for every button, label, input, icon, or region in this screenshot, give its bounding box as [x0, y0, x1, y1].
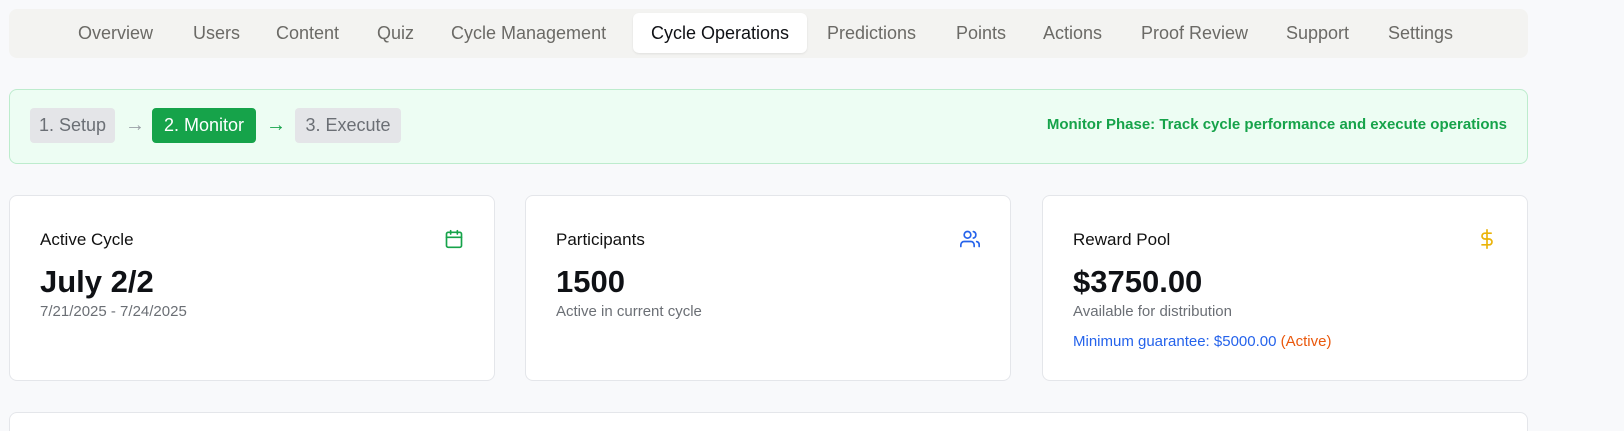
participants-card: Participants 1500 Active in current cycl…	[525, 195, 1011, 381]
tab-cycle-management[interactable]: Cycle Management	[451, 13, 606, 53]
step-arrow: →	[125, 114, 145, 136]
tab-content[interactable]: Content	[276, 13, 339, 53]
card-subtitle: Available for distribution	[1073, 303, 1232, 320]
step-arrow: →	[266, 114, 286, 136]
card-title: Active Cycle	[40, 230, 134, 249]
tab-predictions[interactable]: Predictions	[827, 13, 916, 53]
minimum-guarantee-text: Minimum guarantee: $5000.00	[1073, 333, 1277, 350]
tab-overview[interactable]: Overview	[78, 13, 153, 53]
minimum-guarantee-note: Minimum guarantee: $5000.00 (Active)	[1073, 333, 1331, 350]
active-cycle-card: Active Cycle July 2/2 7/21/2025 - 7/24/2…	[9, 195, 495, 381]
phase-banner: 1. Setup → 2. Monitor → 3. Execute Monit…	[9, 89, 1528, 164]
dollar-icon	[1481, 229, 1493, 249]
card-subtitle: 7/21/2025 - 7/24/2025	[40, 303, 187, 320]
tab-cycle-operations[interactable]: Cycle Operations	[633, 13, 807, 53]
phase-description: Monitor Phase: Track cycle performance a…	[1046, 116, 1507, 133]
step-execute[interactable]: 3. Execute	[295, 108, 401, 143]
next-section-card	[9, 412, 1528, 431]
guarantee-status: (Active)	[1280, 333, 1332, 350]
step-setup[interactable]: 1. Setup	[30, 108, 115, 143]
reward-pool-card: Reward Pool $3750.00 Available for distr…	[1042, 195, 1528, 381]
tab-actions[interactable]: Actions	[1043, 13, 1102, 53]
tab-settings[interactable]: Settings	[1388, 13, 1453, 53]
calendar-icon	[445, 229, 463, 249]
tab-proof-review[interactable]: Proof Review	[1141, 13, 1248, 53]
tab-quiz[interactable]: Quiz	[377, 13, 414, 53]
step-monitor[interactable]: 2. Monitor	[152, 108, 256, 143]
users-icon	[960, 230, 980, 248]
nav-tabbar: Overview Users Content Quiz Cycle Manage…	[9, 9, 1528, 58]
card-value: $3750.00	[1073, 264, 1203, 299]
card-title: Reward Pool	[1073, 230, 1171, 249]
tab-users[interactable]: Users	[193, 13, 240, 53]
card-subtitle: Active in current cycle	[556, 303, 702, 320]
card-value: 1500	[556, 264, 625, 299]
card-title: Participants	[556, 230, 645, 249]
tab-points[interactable]: Points	[956, 13, 1006, 53]
tab-support[interactable]: Support	[1286, 13, 1349, 53]
card-value: July 2/2	[40, 264, 154, 299]
